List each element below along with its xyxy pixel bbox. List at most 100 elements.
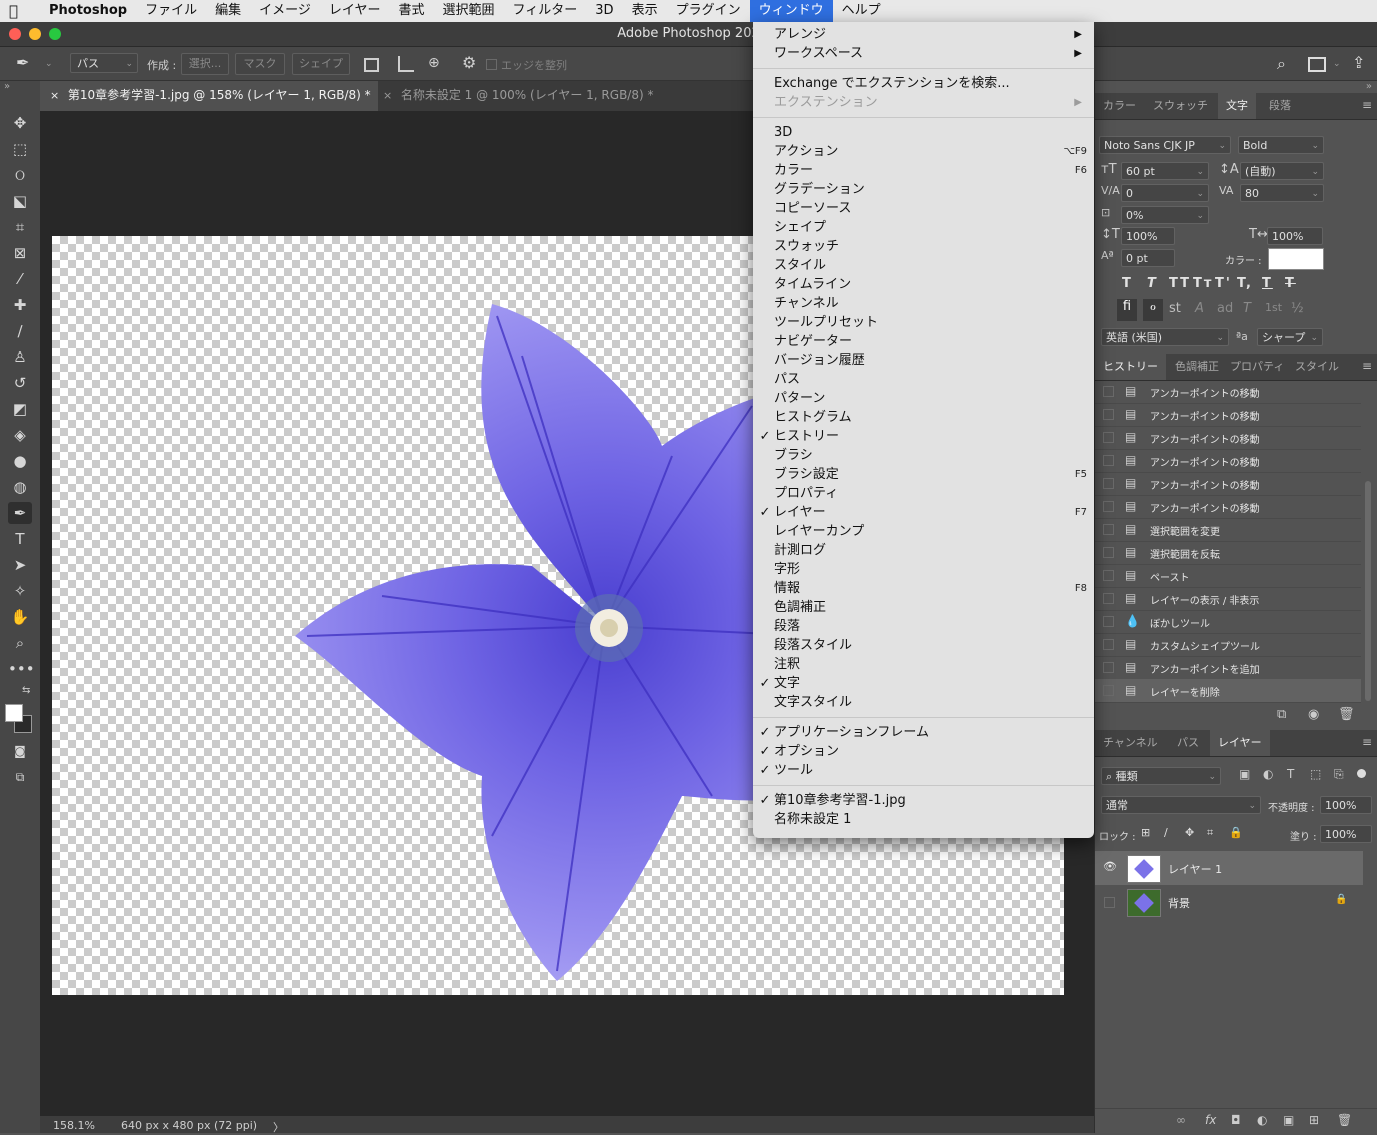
menu-layer[interactable]: レイヤー — [320, 0, 390, 22]
titling-alternates-button[interactable]: T — [1243, 301, 1251, 316]
history-state-row[interactable]: 💧 ぼかしツール — [1095, 610, 1361, 634]
tracking-field[interactable]: 80 ⌄ — [1240, 184, 1324, 202]
search-icon[interactable]: ⌕ — [1277, 54, 1286, 74]
window-menu-item[interactable]: ✓ ヒストリー — [753, 427, 1094, 446]
tab-channels[interactable]: チャンネル — [1103, 730, 1158, 756]
window-menu-item[interactable]: プロパティ — [753, 484, 1094, 503]
kerning-field[interactable]: 0 ⌄ — [1121, 184, 1209, 202]
workspace-icon[interactable] — [1308, 57, 1326, 72]
font-family-select[interactable]: Noto Sans CJK JP ⌄ — [1099, 136, 1231, 154]
leading-field[interactable]: (自動) ⌄ — [1240, 162, 1324, 180]
underline-button[interactable]: T — [1262, 276, 1273, 291]
filter-smart-object-icon[interactable]: ⎘ — [1334, 767, 1344, 782]
menu-plugins[interactable]: プラグイン — [667, 0, 750, 22]
tab-document-1[interactable]: × 第10章参考学習-1.jpg @ 158% (レイヤー 1, RGB/8) … — [40, 81, 378, 111]
horizontal-scale-field[interactable]: 100% — [1267, 227, 1323, 245]
window-menu-item[interactable]: ヒストグラム — [753, 408, 1094, 427]
history-brush-source-checkbox[interactable] — [1103, 685, 1114, 696]
window-menu-item[interactable]: 名称未設定 1 — [753, 810, 1094, 829]
link-layers-icon[interactable]: ∞ — [1176, 1113, 1186, 1127]
history-brush-source-checkbox[interactable] — [1103, 547, 1114, 558]
zoom-tool-icon[interactable]: ⌕ — [8, 632, 32, 654]
pen-mode-select[interactable]: パス ⌄ — [70, 53, 138, 73]
custom-shape-tool-icon[interactable]: ✧ — [8, 580, 32, 602]
window-menu-item[interactable]: ✓ 第10章参考学習-1.jpg — [753, 791, 1094, 810]
gear-icon[interactable]: ⚙ — [462, 53, 476, 72]
tab-paths[interactable]: パス — [1177, 730, 1199, 756]
make-shape-button[interactable]: シェイプ — [292, 53, 350, 75]
path-select-tool-icon[interactable]: ➤ — [8, 554, 32, 576]
tab-document-2[interactable]: × 名称未設定 1 @ 100% (レイヤー 1, RGB/8) * — [373, 81, 673, 111]
swash-button[interactable]: A — [1195, 301, 1204, 316]
window-menu-item[interactable]: ブラシ — [753, 446, 1094, 465]
history-brush-source-checkbox[interactable] — [1103, 662, 1114, 673]
window-menu-item[interactable]: アクション ⌥F9 — [753, 142, 1094, 161]
menu-3d[interactable]: 3D — [586, 0, 622, 22]
history-state-row[interactable]: ▤ レイヤーを削除 — [1095, 679, 1361, 703]
window-menu-item[interactable]: 段落 — [753, 617, 1094, 636]
visibility-toggle[interactable] — [1104, 897, 1115, 908]
history-brush-tool-icon[interactable]: ↺ — [8, 372, 32, 394]
make-mask-button[interactable]: マスク — [235, 53, 285, 75]
history-brush-source-checkbox[interactable] — [1103, 616, 1114, 627]
layer-filter-select[interactable]: ⌕ 種類 ⌄ — [1101, 767, 1221, 785]
foreground-color-swatch[interactable] — [5, 704, 23, 722]
collapse-icon[interactable]: » — [1366, 81, 1372, 92]
chevron-down-icon[interactable]: ⌄ — [1333, 59, 1341, 69]
history-state-row[interactable]: ▤ カスタムシェイプツール — [1095, 633, 1361, 657]
layer-row-layer1[interactable]: 👁 レイヤー 1 — [1095, 851, 1363, 885]
camera-icon[interactable]: ◉ — [1308, 707, 1319, 722]
chevron-down-icon[interactable]: ⌄ — [45, 59, 53, 69]
language-select[interactable]: 英語 (米国) ⌄ — [1101, 328, 1229, 346]
window-menu-item[interactable]: ✓ ツール — [753, 761, 1094, 780]
filter-type-icon[interactable]: T — [1287, 767, 1294, 781]
history-state-row[interactable]: ▤ ペースト — [1095, 564, 1361, 588]
tsume-field[interactable]: 0% ⌄ — [1121, 206, 1209, 224]
path-alignment-icon[interactable] — [398, 56, 414, 72]
tab-layers[interactable]: レイヤー — [1210, 730, 1270, 756]
tab-swatches[interactable]: スウォッチ — [1153, 93, 1208, 119]
window-menu-item[interactable]: ワークスペース ▶ — [753, 44, 1094, 63]
close-icon[interactable]: × — [383, 82, 397, 110]
menu-window[interactable]: ウィンドウ — [749, 0, 833, 22]
filter-toggle[interactable] — [1357, 769, 1366, 778]
lock-all-icon[interactable]: 🔒 — [1229, 826, 1243, 839]
menu-type[interactable]: 書式 — [390, 0, 434, 22]
tab-properties[interactable]: プロパティ — [1230, 354, 1284, 380]
fx-icon[interactable]: fx — [1205, 1113, 1216, 1127]
lock-artboard-icon[interactable]: ⌗ — [1207, 826, 1213, 840]
faux-italic-button[interactable]: T — [1147, 276, 1158, 291]
window-menu-item[interactable]: スタイル — [753, 256, 1094, 275]
add-mask-icon[interactable]: ◘ — [1231, 1113, 1241, 1127]
subscript-button[interactable]: T, — [1237, 276, 1253, 291]
fractions-button[interactable]: ½ — [1291, 301, 1304, 316]
font-size-field[interactable]: 60 pt ⌄ — [1121, 162, 1209, 180]
history-brush-source-checkbox[interactable] — [1103, 386, 1114, 397]
history-brush-source-checkbox[interactable] — [1103, 501, 1114, 512]
history-brush-source-checkbox[interactable] — [1103, 478, 1114, 489]
quick-mask-icon[interactable]: ◙ — [8, 740, 32, 762]
window-menu-item[interactable]: 字形 — [753, 560, 1094, 579]
hand-tool-icon[interactable]: ✋ — [8, 606, 32, 628]
window-menu-item[interactable]: ✓ オプション — [753, 742, 1094, 761]
menu-view[interactable]: 表示 — [623, 0, 667, 22]
fill-field[interactable]: 100% — [1320, 825, 1372, 843]
window-menu-item[interactable]: グラデーション — [753, 180, 1094, 199]
tab-color[interactable]: カラー — [1103, 93, 1136, 119]
adjustment-layer-icon[interactable]: ◐ — [1257, 1113, 1267, 1127]
menu-help[interactable]: ヘルプ — [833, 0, 890, 22]
window-menu-item[interactable]: コピーソース — [753, 199, 1094, 218]
ligature-button[interactable]: fi — [1117, 299, 1137, 321]
history-brush-source-checkbox[interactable] — [1103, 639, 1114, 650]
paint-bucket-tool-icon[interactable]: ◈ — [8, 424, 32, 446]
close-icon[interactable]: × — [50, 82, 64, 110]
window-menu-item[interactable]: ✓ レイヤー F7 — [753, 503, 1094, 522]
window-menu-item[interactable]: 注釈 — [753, 655, 1094, 674]
frame-tool-icon[interactable]: ⊠ — [8, 242, 32, 264]
antialias-select[interactable]: シャープ ⌄ — [1257, 328, 1323, 346]
stamp-tool-icon[interactable]: ♙ — [8, 346, 32, 368]
faux-bold-button[interactable]: T — [1122, 276, 1133, 291]
filter-pixel-icon[interactable]: ▣ — [1239, 767, 1250, 781]
window-menu-item[interactable]: ✓ 文字 — [753, 674, 1094, 693]
crop-tool-icon[interactable]: ⌗ — [8, 216, 32, 238]
